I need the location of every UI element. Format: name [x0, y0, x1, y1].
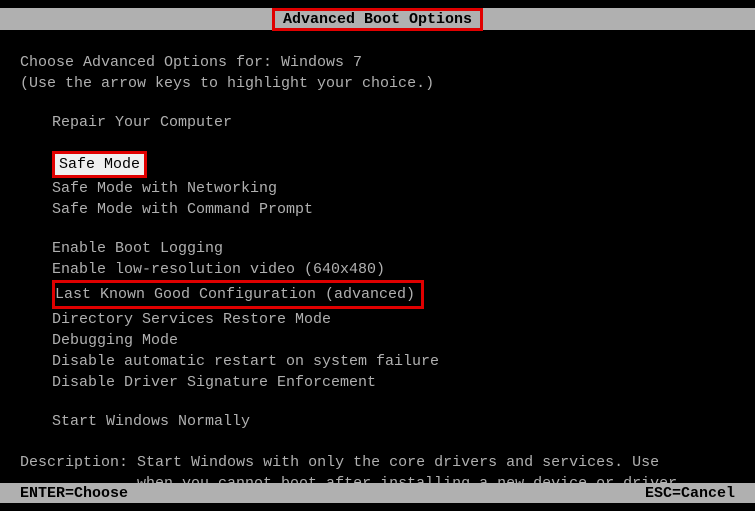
title-bar: Advanced Boot Options — [0, 8, 755, 30]
title-highlight-box: Advanced Boot Options — [272, 8, 483, 31]
option-safe-mode-networking[interactable]: Safe Mode with Networking — [52, 178, 735, 199]
option-disable-driver-sig[interactable]: Disable Driver Signature Enforcement — [52, 372, 735, 393]
footer-bar: ENTER=Choose ESC=Cancel — [0, 483, 755, 503]
description-label: Description: — [20, 454, 128, 471]
option-low-res-video[interactable]: Enable low-resolution video (640x480) — [52, 259, 735, 280]
footer-enter-hint: ENTER=Choose — [20, 485, 128, 502]
option-disable-auto-restart[interactable]: Disable automatic restart on system fail… — [52, 351, 735, 372]
option-last-known-box: Last Known Good Configuration (advanced) — [52, 280, 424, 309]
page-title: Advanced Boot Options — [283, 11, 472, 28]
option-debugging-mode[interactable]: Debugging Mode — [52, 330, 735, 351]
option-start-normally[interactable]: Start Windows Normally — [52, 411, 735, 432]
option-safe-mode-cmd[interactable]: Safe Mode with Command Prompt — [52, 199, 735, 220]
option-last-known-good[interactable]: Last Known Good Configuration (advanced) — [55, 284, 415, 305]
option-ds-restore[interactable]: Directory Services Restore Mode — [52, 309, 735, 330]
description-text-line1: Start Windows with only the core drivers… — [137, 454, 659, 471]
option-safe-mode-box: Safe Mode — [52, 151, 147, 178]
content-area: Choose Advanced Options for: Windows 7 (… — [0, 30, 755, 494]
option-safe-mode[interactable]: Safe Mode — [55, 154, 144, 175]
prompt-line-2: (Use the arrow keys to highlight your ch… — [20, 73, 735, 94]
option-boot-logging[interactable]: Enable Boot Logging — [52, 238, 735, 259]
prompt-line-1: Choose Advanced Options for: Windows 7 — [20, 52, 735, 73]
footer-esc-hint: ESC=Cancel — [645, 485, 735, 502]
option-repair-computer[interactable]: Repair Your Computer — [52, 112, 735, 133]
